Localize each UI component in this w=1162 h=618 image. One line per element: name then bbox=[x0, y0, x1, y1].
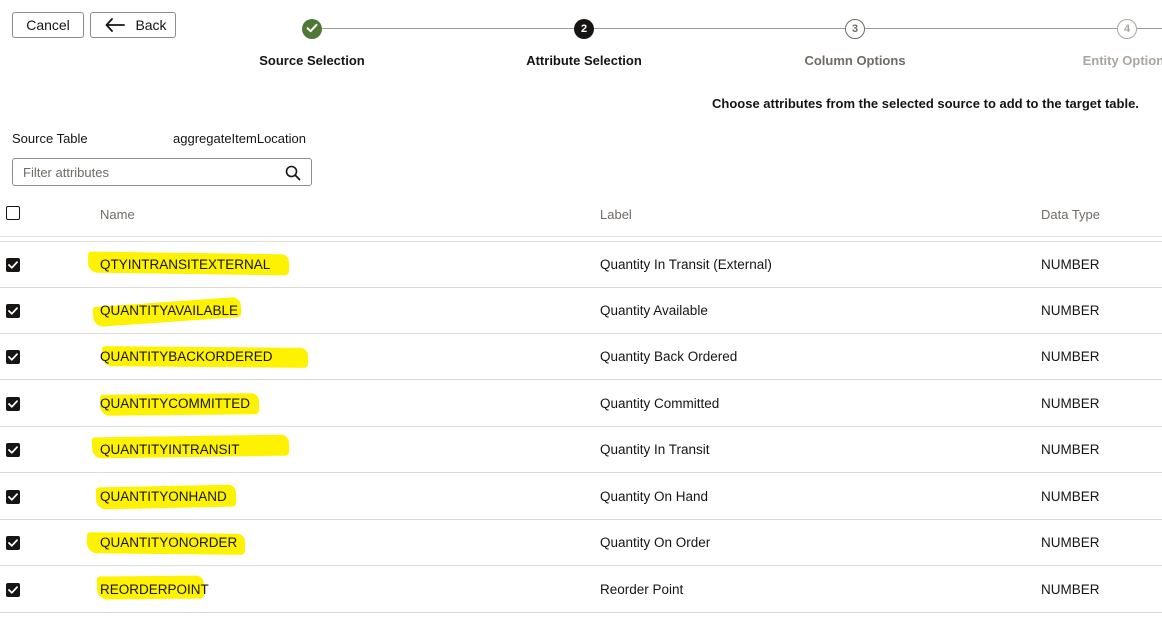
row-name: QUANTITYBACKORDERED bbox=[100, 349, 273, 364]
row-checkbox[interactable] bbox=[6, 583, 20, 597]
checkmark-icon bbox=[8, 400, 18, 408]
row-name: QTYINTRANSITEXTERNAL bbox=[100, 257, 271, 272]
table-row[interactable]: QUANTITYAVAILABLE Quantity Available NUM… bbox=[0, 288, 1162, 334]
row-type: NUMBER bbox=[1041, 489, 1100, 504]
train-connector bbox=[1137, 28, 1162, 29]
row-type: NUMBER bbox=[1041, 257, 1100, 272]
row-label: Quantity On Hand bbox=[600, 489, 709, 504]
train-connector bbox=[865, 28, 1117, 29]
table-row[interactable]: QUANTITYINTRANSIT Quantity In Transit NU… bbox=[0, 427, 1162, 473]
row-checkbox[interactable] bbox=[6, 304, 20, 318]
step-number: 2 bbox=[580, 23, 588, 35]
row-type: NUMBER bbox=[1041, 349, 1100, 364]
source-table-label: Source Table bbox=[12, 131, 88, 146]
table-row[interactable]: QUANTITYCOMMITTED Quantity Committed NUM… bbox=[0, 381, 1162, 427]
row-type: NUMBER bbox=[1041, 303, 1100, 318]
step-number: 3 bbox=[851, 23, 859, 35]
table-row[interactable]: QUANTITYONORDER Quantity On Order NUMBER bbox=[0, 520, 1162, 566]
row-name: QUANTITYINTRANSIT bbox=[100, 442, 240, 457]
checkmark-icon bbox=[8, 353, 18, 361]
row-label: Quantity Committed bbox=[600, 396, 720, 411]
filter-input[interactable] bbox=[23, 162, 273, 182]
row-checkbox[interactable] bbox=[6, 350, 20, 364]
train-connector bbox=[594, 28, 845, 29]
train-stop-attribute-selection[interactable]: 2 bbox=[574, 19, 594, 39]
train-stop-source-selection[interactable] bbox=[302, 19, 322, 39]
source-table-value: aggregateItemLocation bbox=[173, 131, 306, 146]
row-checkbox[interactable] bbox=[6, 397, 20, 411]
instruction-text: Choose attributes from the selected sour… bbox=[712, 96, 1139, 111]
search-icon[interactable] bbox=[285, 165, 301, 186]
select-all-checkbox[interactable] bbox=[6, 206, 20, 220]
row-checkbox[interactable] bbox=[6, 258, 20, 272]
row-label: Reorder Point bbox=[600, 582, 684, 597]
row-name: REORDERPOINT bbox=[100, 582, 209, 597]
train-label-attribute-selection: Attribute Selection bbox=[526, 53, 642, 68]
train-label-column-options: Column Options bbox=[804, 53, 906, 68]
checkmark-icon bbox=[8, 493, 18, 501]
train-label-source-selection: Source Selection bbox=[259, 53, 365, 68]
checkmark-icon bbox=[8, 539, 18, 547]
table-row[interactable]: QUANTITYONHAND Quantity On Hand NUMBER bbox=[0, 474, 1162, 520]
row-type: NUMBER bbox=[1041, 535, 1100, 550]
back-button-label: Back bbox=[135, 17, 167, 33]
row-label: Quantity Available bbox=[600, 303, 708, 318]
row-label: Quantity Back Ordered bbox=[600, 349, 738, 364]
row-type: NUMBER bbox=[1041, 396, 1100, 411]
row-name: QUANTITYCOMMITTED bbox=[100, 396, 250, 411]
cancel-button-label: Cancel bbox=[26, 17, 70, 33]
step-number: 4 bbox=[1123, 23, 1131, 35]
row-label: Quantity On Order bbox=[600, 535, 711, 550]
divider bbox=[0, 236, 1162, 237]
row-name: QUANTITYONHAND bbox=[100, 489, 227, 504]
back-button[interactable]: Back bbox=[90, 12, 176, 38]
checkmark-icon bbox=[8, 261, 18, 269]
checkmark-icon bbox=[8, 446, 18, 454]
row-name: QUANTITYONORDER bbox=[100, 535, 238, 550]
row-name: QUANTITYAVAILABLE bbox=[100, 303, 239, 318]
column-header-data-type[interactable]: Data Type bbox=[1041, 207, 1100, 222]
cancel-button[interactable]: Cancel bbox=[12, 12, 84, 38]
filter-field[interactable] bbox=[12, 158, 312, 186]
row-checkbox[interactable] bbox=[6, 536, 20, 550]
row-checkbox[interactable] bbox=[6, 490, 20, 504]
row-label: Quantity In Transit bbox=[600, 442, 710, 457]
table-row[interactable]: QTYINTRANSITEXTERNAL Quantity In Transit… bbox=[0, 242, 1162, 288]
table-row[interactable]: QUANTITYBACKORDERED Quantity Back Ordere… bbox=[0, 334, 1162, 380]
checkmark-icon bbox=[8, 586, 18, 594]
train-stop-column-options[interactable]: 3 bbox=[845, 19, 865, 39]
train-label-entity-options: Entity Options bbox=[1082, 53, 1162, 68]
row-type: NUMBER bbox=[1041, 582, 1100, 597]
table-row[interactable]: REORDERPOINT Reorder Point NUMBER bbox=[0, 567, 1162, 613]
row-type: NUMBER bbox=[1041, 442, 1100, 457]
train-stop-entity-options[interactable]: 4 bbox=[1117, 19, 1137, 39]
row-label: Quantity In Transit (External) bbox=[600, 257, 772, 272]
checkmark-icon bbox=[306, 23, 318, 36]
arrow-left-icon bbox=[105, 18, 126, 32]
checkmark-icon bbox=[8, 307, 18, 315]
train-connector bbox=[322, 28, 574, 29]
row-checkbox[interactable] bbox=[6, 443, 20, 457]
column-header-label[interactable]: Label bbox=[600, 207, 632, 222]
column-header-name[interactable]: Name bbox=[100, 207, 135, 222]
